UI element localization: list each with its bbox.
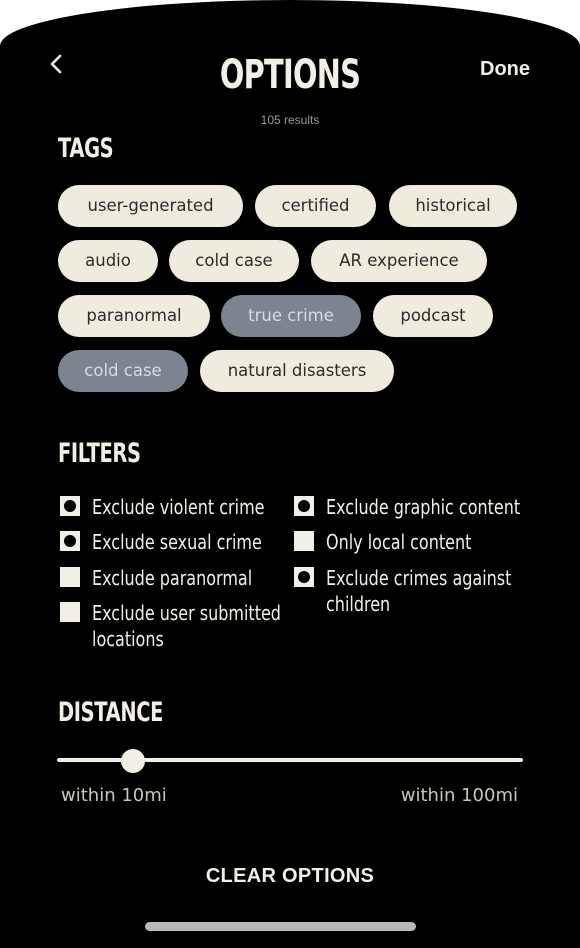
distance-slider-thumb[interactable] xyxy=(121,749,145,773)
tag-chip[interactable]: audio xyxy=(58,240,158,282)
tag-chip[interactable]: podcast xyxy=(373,295,493,337)
done-button[interactable]: Done xyxy=(480,58,530,81)
tag-chip[interactable]: paranormal xyxy=(58,295,210,337)
checkbox[interactable] xyxy=(60,567,80,587)
distance-min-label: within 10mi xyxy=(61,785,167,806)
filter-label: Exclude violent crime xyxy=(92,495,265,519)
tag-chip[interactable]: historical xyxy=(389,185,517,227)
tag-chip[interactable]: AR experience xyxy=(311,240,487,282)
checked-indicator xyxy=(64,500,76,512)
filter-exclude-graphic-content[interactable]: Exclude graphic content xyxy=(294,494,569,520)
results-count: 105 results xyxy=(260,113,320,127)
checked-indicator xyxy=(298,571,310,583)
checkbox[interactable] xyxy=(294,496,314,516)
tags-heading: TAGS xyxy=(58,133,114,164)
page-title: OPTIONS xyxy=(219,52,361,98)
distance-heading: DISTANCE xyxy=(58,697,164,728)
checked-indicator xyxy=(64,535,76,547)
tag-chip[interactable]: certified xyxy=(255,185,376,227)
back-button[interactable] xyxy=(44,50,68,80)
home-indicator xyxy=(145,922,416,931)
filter-only-local-content[interactable]: Only local content xyxy=(294,529,508,555)
checkbox[interactable] xyxy=(294,567,314,587)
filter-label: Exclude crimes against children xyxy=(326,566,512,616)
tag-chip-selected[interactable]: cold case xyxy=(58,350,188,392)
filter-exclude-crimes-against-children[interactable]: Exclude crimes against children xyxy=(294,565,558,617)
tag-chip-selected[interactable]: true crime xyxy=(221,295,361,337)
clear-options-button[interactable]: CLEAR OPTIONS xyxy=(0,865,580,888)
filter-label: Exclude paranormal xyxy=(92,566,253,590)
checkbox[interactable] xyxy=(60,496,80,516)
filter-label: Exclude user submitted locations xyxy=(92,601,281,651)
filters-heading: FILTERS xyxy=(58,438,141,469)
tag-chip[interactable]: cold case xyxy=(169,240,299,282)
checkbox[interactable] xyxy=(60,602,80,622)
filter-exclude-paranormal[interactable]: Exclude paranormal xyxy=(60,565,292,591)
filter-label: Exclude graphic content xyxy=(326,495,521,519)
filter-exclude-sexual-crime[interactable]: Exclude sexual crime xyxy=(60,529,304,555)
tag-chip[interactable]: user-generated xyxy=(58,185,243,227)
chevron-left-icon xyxy=(50,54,62,74)
distance-max-label: within 100mi xyxy=(400,785,518,806)
checkbox[interactable] xyxy=(60,531,80,551)
filter-label: Exclude sexual crime xyxy=(92,530,262,554)
checkbox[interactable] xyxy=(294,531,314,551)
filter-label: Only local content xyxy=(326,530,472,554)
options-screen: OPTIONS Done 105 results TAGS user-gener… xyxy=(0,0,580,948)
checked-indicator xyxy=(298,500,310,512)
filter-exclude-violent-crime[interactable]: Exclude violent crime xyxy=(60,494,308,520)
tag-chip[interactable]: natural disasters xyxy=(200,350,394,392)
filter-exclude-user-submitted[interactable]: Exclude user submitted locations xyxy=(60,600,328,652)
